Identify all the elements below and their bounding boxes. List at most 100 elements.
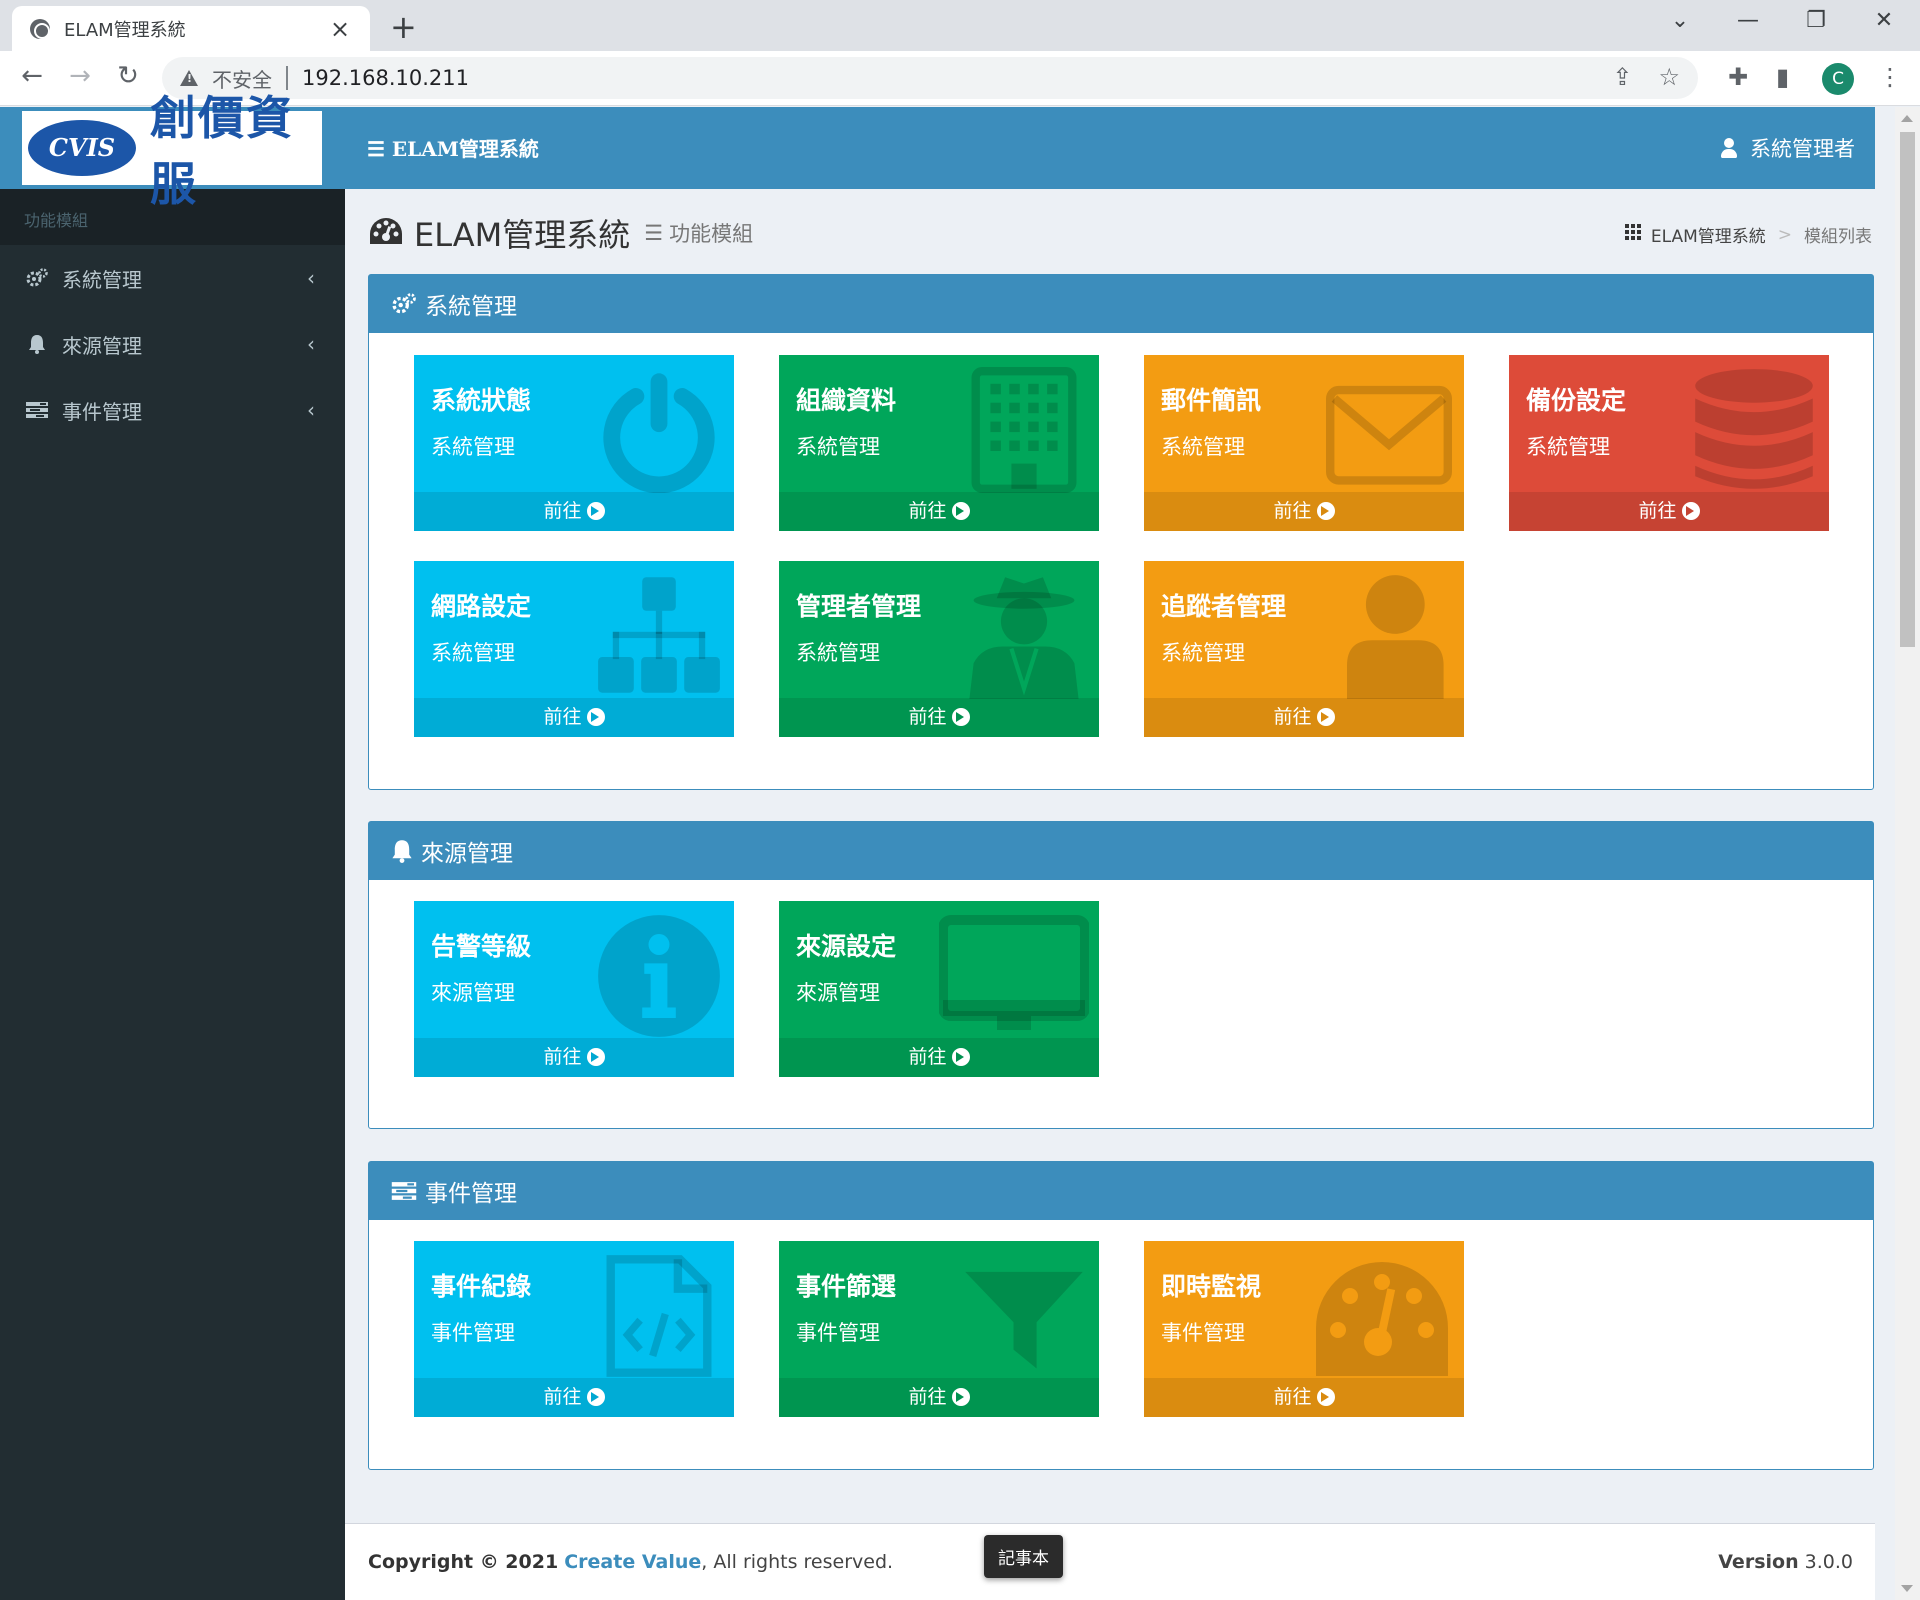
sidebar-item-system[interactable]: 系統管理 ‹ <box>0 245 345 311</box>
share-icon[interactable]: ⇪ <box>1612 63 1632 91</box>
tile-go-link[interactable]: 前往 <box>779 1038 1099 1077</box>
tile-org-data[interactable]: 組織資料 系統管理 前往 <box>779 355 1099 531</box>
user-icon <box>1720 138 1738 158</box>
sidebar-item-label: 事件管理 <box>62 399 142 424</box>
database-icon <box>1695 369 1813 489</box>
scroll-up-arrow-icon[interactable] <box>1901 115 1913 122</box>
tile-go-link[interactable]: 前往 <box>414 698 734 737</box>
scroll-down-arrow-icon[interactable] <box>1901 1585 1913 1592</box>
reload-button[interactable]: ↻ <box>110 61 146 91</box>
main-header: ☰ ELAM管理系統 系統管理者 <box>345 107 1875 189</box>
version-info: Version 3.0.0 <box>1718 1551 1853 1573</box>
user-icon <box>1347 575 1444 699</box>
tile-backup-settings[interactable]: 備份設定 系統管理 前往 <box>1509 355 1829 531</box>
chevron-left-icon: ‹ <box>307 332 315 356</box>
tasks-icon <box>391 1181 417 1201</box>
tile-subtitle: 事件管理 <box>431 1321 515 1345</box>
sidebar-item-event[interactable]: 事件管理 ‹ <box>0 377 345 443</box>
chevron-left-icon: ‹ <box>307 266 315 290</box>
company-link[interactable]: Create Value <box>564 1551 701 1573</box>
page-title-area: ELAM管理系統 ☰ 功能模組 <box>368 210 753 256</box>
extensions-icon[interactable]: ✚ <box>1728 63 1748 91</box>
side-panel-icon[interactable]: ▮ <box>1776 63 1789 91</box>
forward-button[interactable]: → <box>62 61 98 91</box>
close-tab-icon[interactable]: × <box>328 15 352 43</box>
tile-go-link[interactable]: 前往 <box>779 1378 1099 1417</box>
tile-realtime-monitor[interactable]: 即時監視 事件管理 前往 <box>1144 1241 1464 1417</box>
arrow-circle-right-icon <box>1316 708 1335 726</box>
sidebar-item-source[interactable]: 來源管理 ‹ <box>0 311 345 377</box>
tile-go-link[interactable]: 前往 <box>414 492 734 531</box>
tile-title: 告警等級 <box>431 932 532 961</box>
omnibox[interactable]: 不安全 192.168.10.211 ⇪ ☆ <box>162 57 1698 99</box>
tile-subtitle: 事件管理 <box>796 1321 880 1345</box>
tile-go-link[interactable]: 前往 <box>779 492 1099 531</box>
arrow-circle-right-icon <box>1316 1388 1335 1406</box>
tile-go-link[interactable]: 前往 <box>1144 492 1464 531</box>
tile-title: 網路設定 <box>431 592 532 621</box>
arrow-circle-right-icon <box>586 1048 605 1066</box>
panel-header: 系統管理 <box>369 275 1873 333</box>
breadcrumb: ELAM管理系統 > 模組列表 <box>1624 222 1872 247</box>
back-button[interactable]: ← <box>14 61 50 91</box>
tasks-icon <box>26 399 48 421</box>
tile-go-link[interactable]: 前往 <box>1144 698 1464 737</box>
arrow-circle-right-icon <box>951 708 970 726</box>
tile-mail-sms[interactable]: 郵件簡訊 系統管理 前往 <box>1144 355 1464 531</box>
tile-title: 備份設定 <box>1526 386 1627 415</box>
header-app-title[interactable]: ☰ ELAM管理系統 <box>367 133 539 162</box>
vertical-scrollbar[interactable] <box>1895 107 1920 1600</box>
tile-go-link[interactable]: 前往 <box>779 698 1099 737</box>
panel-system: 系統管理 系統狀態 系統管理 前往 組織資料 系統管理 前往 郵件簡訊 系統管理… <box>368 274 1874 790</box>
tile-tracker-management[interactable]: 追蹤者管理 系統管理 前往 <box>1144 561 1464 737</box>
browser-tab[interactable]: ELAM管理系統 × <box>12 6 370 51</box>
tile-go-link[interactable]: 前往 <box>1509 492 1829 531</box>
panel-source: 來源管理 告警等級 來源管理 前往 來源設定 來源管理 前往 <box>368 821 1874 1129</box>
logo[interactable]: CVIS 創價資服 <box>22 91 322 211</box>
tile-event-filter[interactable]: 事件篩選 事件管理 前往 <box>779 1241 1099 1417</box>
sidebar-item-label: 來源管理 <box>62 333 142 358</box>
menu-icon[interactable]: ⋮ <box>1878 63 1902 91</box>
tile-event-log[interactable]: 事件紀錄 事件管理 前往 <box>414 1241 734 1417</box>
page-footer: Copyright © 2021 Create Value, All right… <box>345 1523 1875 1600</box>
desktop-icon <box>939 915 1089 1030</box>
page-title: ELAM管理系統 <box>414 216 631 254</box>
page-subtitle: ☰ 功能模組 <box>644 221 754 246</box>
url-text: 192.168.10.211 <box>302 66 469 90</box>
bell-icon <box>26 333 48 355</box>
tab-search-icon[interactable]: ⌄ <box>1660 8 1700 33</box>
tile-go-link[interactable]: 前往 <box>1144 1378 1464 1417</box>
breadcrumb-separator: > <box>1777 224 1792 245</box>
arrow-circle-right-icon <box>586 1388 605 1406</box>
tile-source-settings[interactable]: 來源設定 來源管理 前往 <box>779 901 1099 1077</box>
tile-subtitle: 系統管理 <box>431 435 515 459</box>
bell-icon <box>391 839 413 863</box>
profile-avatar[interactable]: C <box>1822 63 1854 95</box>
restore-button[interactable]: ❐ <box>1796 8 1836 33</box>
user-name: 系統管理者 <box>1750 137 1855 161</box>
new-tab-button[interactable]: + <box>390 8 417 46</box>
breadcrumb-home[interactable]: ELAM管理系統 <box>1651 222 1766 247</box>
hamburger-icon[interactable]: ☰ <box>367 137 385 161</box>
tile-title: 來源設定 <box>796 932 897 961</box>
close-window-button[interactable]: ✕ <box>1864 8 1904 33</box>
panel-event: 事件管理 事件紀錄 事件管理 前往 事件篩選 事件管理 前往 即時監視 事件管理… <box>368 1161 1874 1470</box>
sitemap-icon <box>598 577 720 693</box>
globe-icon <box>30 18 50 39</box>
dashboard-icon <box>1316 1262 1448 1376</box>
tile-admin-management[interactable]: 管理者管理 系統管理 前往 <box>779 561 1099 737</box>
tile-title: 組織資料 <box>796 386 897 415</box>
taskbar-tooltip: 記事本 <box>984 1535 1063 1578</box>
tile-network-settings[interactable]: 網路設定 系統管理 前往 <box>414 561 734 737</box>
tile-go-link[interactable]: 前往 <box>414 1378 734 1417</box>
user-secret-icon <box>969 577 1079 699</box>
tile-alert-level[interactable]: 告警等級 來源管理 前往 <box>414 901 734 1077</box>
scroll-thumb[interactable] <box>1900 132 1915 647</box>
tile-system-status[interactable]: 系統狀態 系統管理 前往 <box>414 355 734 531</box>
logo-text: 創價資服 <box>150 91 294 211</box>
bookmark-star-icon[interactable]: ☆ <box>1658 63 1680 91</box>
minimize-button[interactable]: — <box>1728 8 1768 33</box>
tile-title: 即時監視 <box>1161 1272 1262 1301</box>
user-menu[interactable]: 系統管理者 <box>1720 133 1855 163</box>
tile-go-link[interactable]: 前往 <box>414 1038 734 1077</box>
